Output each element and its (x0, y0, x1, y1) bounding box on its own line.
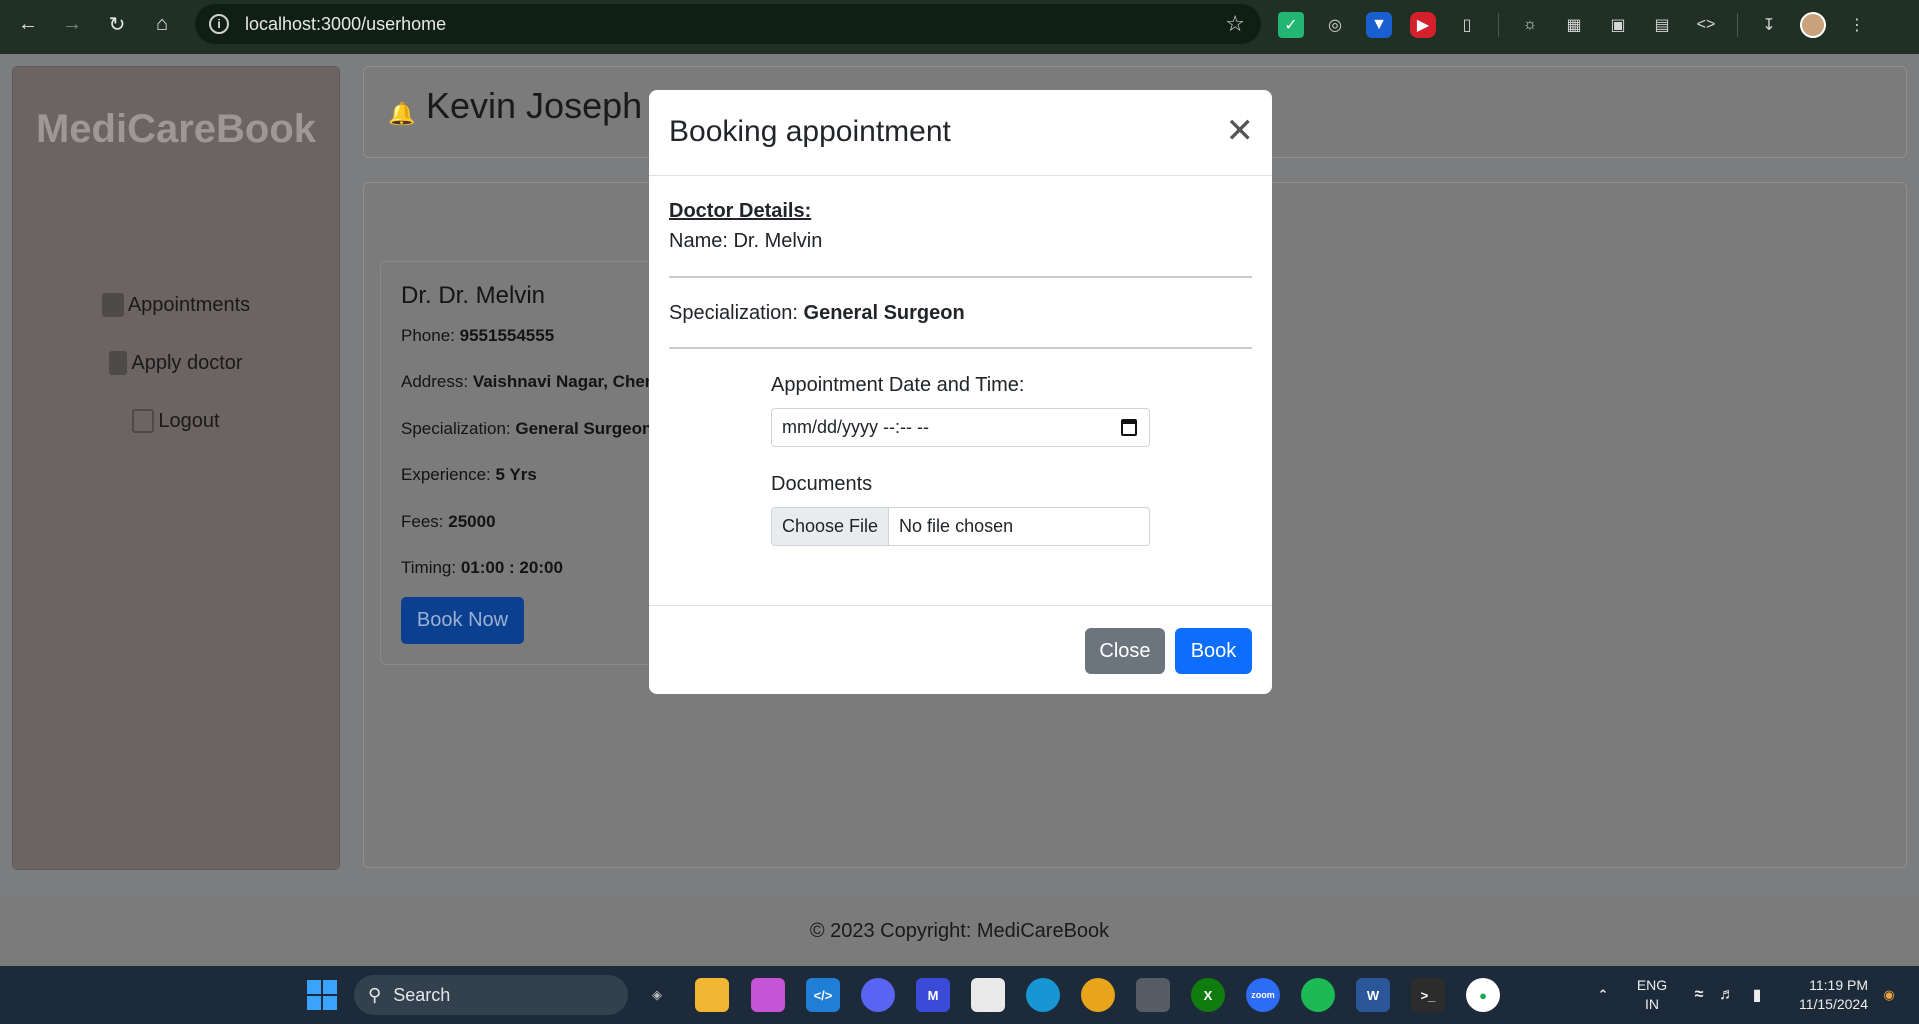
modal-specialization: Specialization: General Surgeon (669, 302, 965, 324)
edge-icon[interactable] (1026, 978, 1060, 1012)
user-name: Kevin Joseph (426, 85, 643, 126)
doctor-card-title: Dr. Dr. Melvin (401, 282, 546, 309)
terminal-icon[interactable]: >_ (1411, 978, 1445, 1012)
checkmark-extension-icon[interactable]: ✓ (1278, 12, 1304, 38)
modal-title: Booking appointment (669, 115, 951, 148)
sidebar-item-appointments[interactable]: Appointments (13, 293, 339, 317)
logout-icon (132, 409, 155, 433)
doctor-card: Dr. Dr. Melvin Phone: 9551554555 Address… (380, 261, 680, 665)
file-explorer-icon[interactable] (695, 978, 729, 1012)
xbox-icon[interactable]: X (1191, 978, 1225, 1012)
booking-modal: Booking appointment ✕ Doctor Details: Na… (649, 90, 1272, 694)
divider (669, 347, 1252, 349)
taskbar-search[interactable]: ⚲ Search (354, 975, 628, 1015)
spotify-icon[interactable] (1301, 978, 1335, 1012)
documents-label: Documents (771, 473, 873, 495)
search-icon: ⚲ (368, 984, 382, 1005)
bell-icon[interactable]: 🔔 (388, 101, 415, 127)
clock[interactable]: 11:19 PM 11/15/2024 (1786, 976, 1868, 1014)
doctor-details-heading: Doctor Details: (669, 200, 812, 222)
modal-header: Booking appointment ✕ (649, 90, 1272, 176)
battery-icon[interactable]: ▮ (1740, 978, 1774, 1012)
back-icon[interactable]: ← (6, 2, 50, 46)
bookmark-star-icon[interactable]: ☆ (1225, 11, 1245, 37)
choose-file-button[interactable]: Choose File (772, 508, 890, 545)
doctor-name: Name: Dr. Melvin (669, 230, 823, 252)
extensions-bar: ✓ ◎ ▼ ▶ ▯ ☼ ▦ ▣ ▤ <> ↧ ⋮ (1278, 0, 1870, 50)
discord-icon[interactable] (861, 978, 895, 1012)
url-text[interactable]: localhost:3000/userhome (245, 14, 446, 35)
dev-tool-icon[interactable]: M (916, 978, 950, 1012)
chevron-up-icon[interactable]: ⌃ (1586, 978, 1620, 1012)
profile-avatar[interactable] (1800, 12, 1826, 38)
forward-icon[interactable]: → (50, 2, 94, 46)
doctor-timing: Timing: 01:00 : 20:00 (401, 558, 563, 577)
site-info-icon[interactable]: i (209, 14, 229, 34)
code-icon[interactable]: <> (1693, 12, 1719, 38)
word-icon[interactable]: W (1356, 978, 1390, 1012)
divider (669, 276, 1252, 278)
doctor-fees: Fees: 25000 (401, 512, 496, 531)
mongodb-icon[interactable]: ● (1466, 978, 1500, 1012)
language-indicator[interactable]: ENG IN (1634, 976, 1670, 1014)
toolbar-divider (1498, 13, 1499, 37)
date-time-label: Appointment Date and Time: (771, 374, 1025, 396)
datetime-placeholder[interactable]: mm/dd/yyyy --:-- -- (782, 417, 929, 438)
medical-doc-icon (109, 351, 128, 375)
doctor-phone: Phone: 9551554555 (401, 326, 555, 345)
screenshot-icon[interactable]: ▣ (1605, 12, 1631, 38)
documents-file-input[interactable]: Choose File No file chosen (771, 507, 1150, 546)
calendar-icon (101, 293, 124, 317)
translate-icon[interactable]: ▦ (1561, 12, 1587, 38)
close-icon[interactable]: ✕ (1226, 114, 1255, 148)
circle-extension-icon[interactable]: ◎ (1322, 12, 1348, 38)
shield-extension-icon[interactable]: ▼ (1366, 12, 1392, 38)
notification-bell-icon[interactable]: ◉ (1872, 978, 1906, 1012)
brand-logo: MediCareBook (35, 107, 317, 151)
video-extension-icon[interactable]: ▶ (1410, 12, 1436, 38)
download-icon[interactable]: ↧ (1756, 12, 1782, 38)
sidebar-item-label: Logout (158, 409, 220, 432)
sidebar-item-label: Apply doctor (131, 351, 243, 374)
os-taskbar: ⚲ Search ◈ </> M X zoom W >_ ● ⌃ ENG IN … (0, 966, 1919, 1024)
sidebar-item-apply-doctor[interactable]: Apply doctor (13, 351, 339, 375)
doctor-address: Address: Vaishnavi Nagar, Chennai (401, 372, 680, 391)
app-cube-icon[interactable] (1136, 978, 1170, 1012)
store-icon[interactable] (971, 978, 1005, 1012)
doctor-specialization: Specialization: General Surgeon (401, 419, 653, 438)
vscode-icon[interactable]: </> (806, 978, 840, 1012)
doctor-experience: Experience: 5 Yrs (401, 465, 537, 484)
volume-icon[interactable]: ♬ (1710, 978, 1744, 1012)
home-icon[interactable]: ⌂ (140, 2, 184, 46)
sidebar-item-logout[interactable]: Logout (13, 409, 339, 433)
close-button[interactable]: Close (1085, 628, 1165, 674)
appointment-datetime-input[interactable]: mm/dd/yyyy --:-- -- (771, 408, 1150, 447)
incognito-icon[interactable]: ☼ (1517, 12, 1543, 38)
page-footer: © 2023 Copyright: MediCareBook (0, 896, 1919, 966)
search-placeholder: Search (393, 984, 451, 1005)
book-button[interactable]: Book (1175, 628, 1252, 674)
windows-start-icon[interactable] (307, 980, 337, 1010)
puzzle-icon[interactable]: ▯ (1454, 12, 1480, 38)
modal-footer: Close Book (649, 605, 1272, 694)
gamepad-icon[interactable]: ◈ (640, 978, 674, 1012)
reading-mode-icon[interactable]: ▤ (1649, 12, 1675, 38)
menu-dots-icon[interactable]: ⋮ (1844, 12, 1870, 38)
sidebar-item-label: Appointments (127, 293, 251, 316)
copilot-icon[interactable] (751, 978, 785, 1012)
address-bar[interactable]: i localhost:3000/userhome ☆ (195, 4, 1261, 44)
zoom-icon[interactable]: zoom (1246, 978, 1280, 1012)
chrome-icon[interactable] (1081, 978, 1115, 1012)
browser-toolbar: ← → ↻ ⌂ i localhost:3000/userhome ☆ ✓ ◎ … (0, 0, 1919, 54)
reload-icon[interactable]: ↻ (95, 2, 139, 46)
file-status: No file chosen (899, 516, 1014, 536)
book-now-button[interactable]: Book Now (401, 597, 524, 644)
sidebar: MediCareBook Appointments Apply doctor L… (12, 66, 340, 870)
calendar-picker-icon[interactable] (1121, 419, 1137, 436)
toolbar-divider (1737, 13, 1738, 37)
